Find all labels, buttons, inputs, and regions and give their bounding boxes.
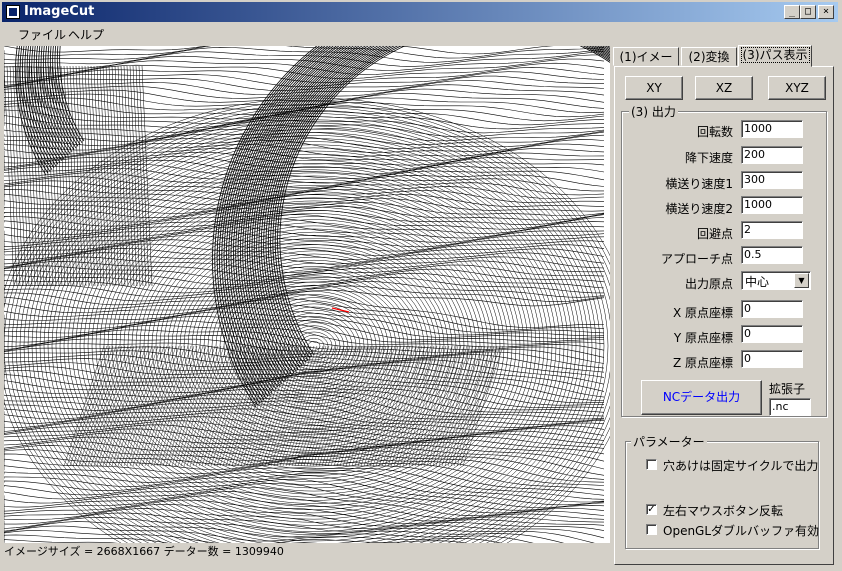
title-bar: ImageCut _ □ × bbox=[2, 2, 838, 22]
view-xz-button[interactable]: XZ bbox=[695, 76, 753, 100]
z-origin-label: Z 原点座標 bbox=[672, 356, 733, 370]
maximize-button[interactable]: □ bbox=[800, 5, 816, 19]
spindle-speed-label: 回転数 bbox=[696, 125, 733, 139]
toolpath-render bbox=[4, 46, 610, 543]
view-xy-button[interactable]: XY bbox=[625, 76, 683, 100]
opengl-double-label: OpenGLダブルバッファ有効 bbox=[663, 524, 820, 538]
close-button[interactable]: × bbox=[818, 5, 834, 19]
tab-path-display[interactable]: (3)パス表示 bbox=[738, 45, 812, 67]
window-title: ImageCut bbox=[24, 4, 95, 19]
menu-bar: ファイル ヘルプ bbox=[2, 23, 838, 43]
path-panel: XY XZ XYZ (3) 出力 回転数 1000 降下速度 200 横送り速度… bbox=[614, 66, 834, 565]
x-origin-label: X 原点座標 bbox=[672, 306, 733, 320]
parameter-group-title: パラメーター bbox=[631, 433, 707, 450]
menu-help[interactable]: ヘルプ bbox=[68, 26, 104, 43]
retract-point-input[interactable]: 2 bbox=[741, 221, 803, 239]
app-window: ImageCut _ □ × ファイル ヘルプ イメージサイズ = 2668X1… bbox=[0, 0, 842, 571]
chevron-down-icon[interactable]: ▼ bbox=[794, 273, 809, 288]
drill-cycle-label: 穴あけは固定サイクルで出力 bbox=[663, 459, 819, 473]
extension-input[interactable]: .nc bbox=[769, 398, 811, 416]
output-origin-select[interactable]: 中心 ▼ bbox=[741, 271, 811, 290]
spindle-speed-input[interactable]: 1000 bbox=[741, 120, 803, 138]
x-origin-input[interactable]: 0 bbox=[741, 300, 803, 318]
feed-speed2-label: 横送り速度2 bbox=[665, 202, 733, 216]
retract-point-label: 回避点 bbox=[696, 227, 733, 241]
tab-path-display-label: (3)パス表示 bbox=[740, 47, 810, 63]
extension-label: 拡張子 bbox=[769, 382, 806, 396]
tab-image[interactable]: (1)イメージ bbox=[613, 47, 679, 82]
opengl-double-checkbox[interactable] bbox=[646, 524, 657, 535]
y-origin-label: Y 原点座標 bbox=[673, 331, 733, 345]
feed-speed2-input[interactable]: 1000 bbox=[741, 196, 803, 214]
feed-speed1-input[interactable]: 300 bbox=[741, 171, 803, 189]
plunge-speed-label: 降下速度 bbox=[684, 151, 733, 165]
approach-point-input[interactable]: 0.5 bbox=[741, 246, 803, 264]
app-icon bbox=[6, 5, 20, 19]
plunge-speed-input[interactable]: 200 bbox=[741, 146, 803, 164]
status-text: イメージサイズ = 2668X1667 データー数 = 1309940 bbox=[4, 545, 284, 558]
output-origin-label: 出力原点 bbox=[684, 277, 733, 291]
tab-convert[interactable]: (2)変換 bbox=[681, 47, 737, 66]
nc-output-button[interactable]: NCデータ出力 bbox=[641, 380, 762, 415]
toolpath-view[interactable] bbox=[4, 46, 610, 543]
minimize-button[interactable]: _ bbox=[784, 5, 800, 19]
drill-cycle-checkbox[interactable] bbox=[646, 459, 657, 470]
menu-file[interactable]: ファイル bbox=[18, 26, 66, 43]
mouse-swap-label: 左右マウスボタン反転 bbox=[663, 504, 784, 518]
output-origin-value: 中心 bbox=[745, 275, 770, 289]
view-xyz-button[interactable]: XYZ bbox=[768, 76, 826, 100]
mouse-swap-checkbox[interactable]: ✓ bbox=[646, 504, 657, 515]
z-origin-input[interactable]: 0 bbox=[741, 350, 803, 368]
y-origin-input[interactable]: 0 bbox=[741, 325, 803, 343]
feed-speed1-label: 横送り速度1 bbox=[665, 177, 733, 191]
approach-point-label: アプローチ点 bbox=[660, 252, 733, 266]
output-group-title: (3) 出力 bbox=[629, 103, 678, 120]
